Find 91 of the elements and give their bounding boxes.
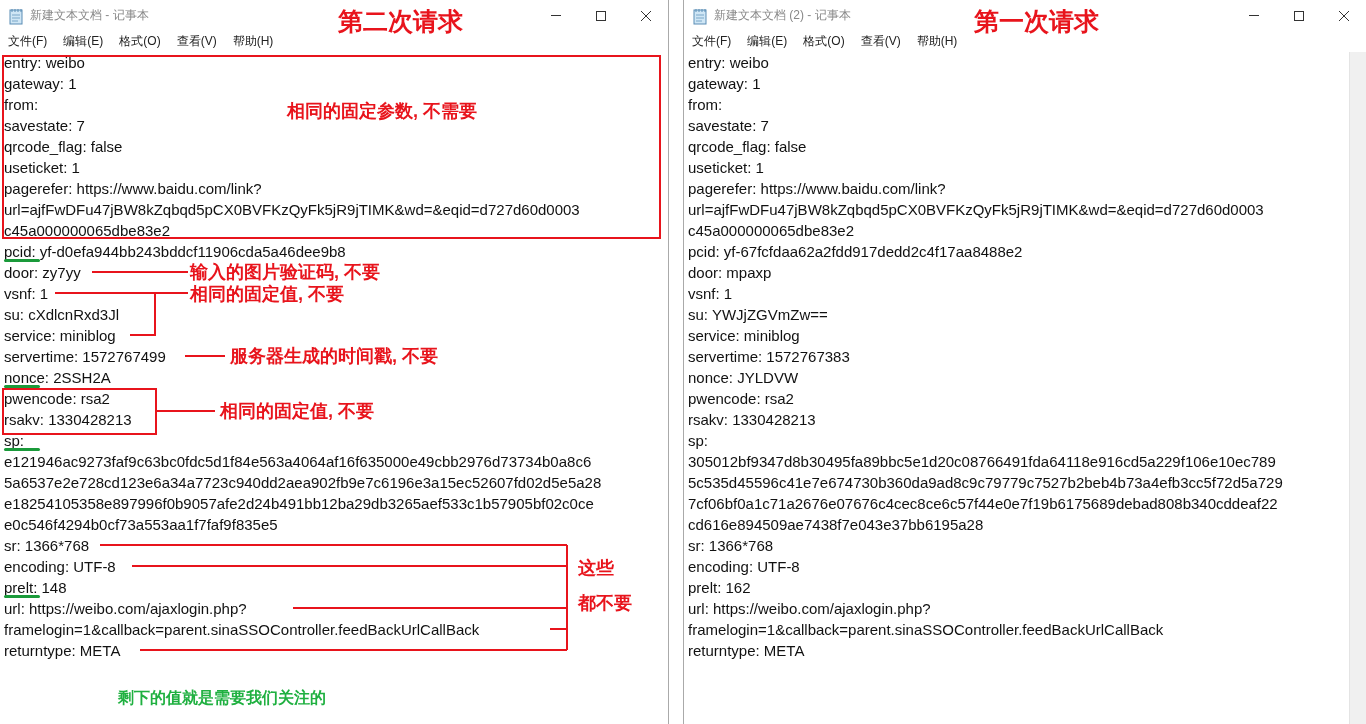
- annotation-label: 输入的图片验证码, 不要: [190, 261, 380, 284]
- text-line: pagerefer: https://www.baidu.com/link?: [4, 180, 262, 197]
- text-line: c45a000000065dbe83e2: [4, 222, 170, 239]
- text-line: from:: [688, 96, 723, 113]
- text-line: 5c535d45596c41e7e674730b360da9ad8c9c79779c7527b2beb4b73a4efb3cc5f72d5a729: [688, 474, 1283, 491]
- request-heading: 第一次请求: [974, 6, 1099, 36]
- text-line: encoding: UTF-8: [4, 558, 116, 575]
- text-line: useticket: 1: [688, 159, 764, 176]
- text-line: url: https://weibo.com/ajaxlogin.php?: [688, 600, 931, 617]
- text-line: prelt: 162: [688, 579, 751, 596]
- menu-item[interactable]: 查看(V): [170, 31, 223, 52]
- maximize-icon: [1292, 9, 1305, 22]
- text-line: framelogin=1&callback=parent.sinaSSOController.feedBackUrlCallBack: [688, 621, 1164, 638]
- notepad-icon: [692, 6, 708, 25]
- text-line: su: YWJjZGVmZw==: [688, 306, 828, 323]
- text-line: door: zy7yy: [4, 264, 81, 281]
- text-line: qrcode_flag: false: [688, 138, 807, 155]
- text-line: service: miniblog: [688, 327, 800, 344]
- annotation-label: 都不要: [578, 592, 632, 615]
- text-line: pagerefer: https://www.baidu.com/link?: [688, 180, 946, 197]
- text-line: vsnf: 1: [4, 285, 49, 302]
- text-line: nonce: JYLDVW: [688, 369, 799, 386]
- text-line: encoding: UTF-8: [688, 558, 800, 575]
- text-line: e121946ac9273faf9c63bc0fdc5d1f84e563a4064af16f635000e49cbb2976d73734b0a8c6: [4, 453, 592, 470]
- text-line: sp:: [688, 432, 708, 449]
- menu-item[interactable]: 编辑(E): [57, 31, 110, 52]
- text-line: qrcode_flag: false: [4, 138, 123, 155]
- menu-item[interactable]: 帮助(H): [226, 31, 280, 52]
- text-line: nonce: 2SSH2A: [4, 369, 110, 386]
- annotation-label: 相同的固定值, 不要: [190, 283, 344, 306]
- text-line: gateway: 1: [688, 75, 761, 92]
- text-line: c45a000000065dbe83e2: [688, 222, 854, 239]
- text-line: useticket: 1: [4, 159, 80, 176]
- text-line: servertime: 1572767499: [4, 348, 166, 365]
- menu-item[interactable]: 帮助(H): [910, 31, 964, 52]
- annotation-label: 这些: [578, 557, 614, 580]
- text-line: entry: weibo: [688, 54, 769, 71]
- text-line: url=ajfFwDFu47jBW8kZqbqd5pCX0BVFKzQyFk5jR9jTIMK&wd=&eqid=d727d60d0003: [4, 201, 580, 218]
- menu-item[interactable]: 编辑(E): [741, 31, 794, 52]
- text-line: gateway: 1: [4, 75, 77, 92]
- close-icon: [639, 9, 652, 22]
- text-line: sr: 1366*768: [4, 537, 90, 554]
- text-line: 7cf06bf0a1c71a2676e07676c4cec8ce6c57f44e0e7f19b6175689debad808b340cddeaf22: [688, 495, 1278, 512]
- minimize-icon: [550, 15, 561, 16]
- text-line: savestate: 7: [4, 117, 85, 134]
- menu-item[interactable]: 文件(F): [2, 31, 54, 52]
- annotation-note: 剩下的值就是需要我们关注的: [118, 688, 326, 708]
- text-line: servertime: 1572767383: [688, 348, 850, 365]
- text-line: sp:: [4, 432, 24, 449]
- text-line: pcid: yf-67fcfdaa62a2fdd917dedd2c4f17aa8488e2: [688, 243, 1023, 260]
- text-line: cd616e894509ae7438f7e043e37bb6195a28: [688, 516, 984, 533]
- window-title: 新建文本文档 - 记事本: [30, 7, 149, 24]
- text-line: 5a6537e2e728cd123e6a34a7723c940dd2aea902fb9e7c6196e3a15ec52607fd02d5e5a28: [4, 474, 602, 491]
- menu-item[interactable]: 文件(F): [686, 31, 738, 52]
- annotation-label: 相同的固定参数, 不需要: [287, 100, 477, 123]
- text-line: returntype: META: [688, 642, 804, 659]
- leader-line: [184, 355, 226, 357]
- text-line: pwencode: rsa2: [688, 390, 794, 407]
- annotation-label: 相同的固定值, 不要: [220, 400, 374, 423]
- window-title: 新建文本文档 (2) - 记事本: [714, 7, 851, 24]
- minimize-icon: [1248, 15, 1259, 16]
- text-line: rsakv: 1330428213: [4, 411, 132, 428]
- menu-item[interactable]: 格式(O): [113, 31, 167, 52]
- text-line: framelogin=1&callback=parent.sinaSSOController.feedBackUrlCallBack: [4, 621, 480, 638]
- leader-line: [156, 410, 216, 412]
- text-line: sr: 1366*768: [688, 537, 774, 554]
- text-line: url: https://weibo.com/ajaxlogin.php?: [4, 600, 247, 617]
- text-line: su: cXdlcnRxd3Jl: [4, 306, 120, 323]
- notepad-icon: [8, 6, 24, 25]
- text-line: entry: weibo: [4, 54, 85, 71]
- text-line: 305012bf9347d8b30495fa89bbc5e1d20c08766491fda64118e916cd5a229f106e10ec789: [688, 453, 1276, 470]
- text-line: e0c546f4294b0cf73a553aa1f7faf9f835e5: [4, 516, 278, 533]
- text-line: e18254105358e897996f0b9057afe2d24b491bb12ba29db3265aef533c1b57905bf02c0ce: [4, 495, 594, 512]
- text-line: prelt: 148: [4, 579, 67, 596]
- text-line: rsakv: 1330428213: [688, 411, 816, 428]
- menu-item[interactable]: 格式(O): [797, 31, 851, 52]
- text-line: service: miniblog: [4, 327, 116, 344]
- text-line: url=ajfFwDFu47jBW8kZqbqd5pCX0BVFKzQyFk5jR9jTIMK&wd=&eqid=d727d60d0003: [688, 201, 1264, 218]
- annotation-label: 服务器生成的时间戳, 不要: [230, 345, 438, 368]
- maximize-icon: [594, 9, 607, 22]
- menu-item[interactable]: 查看(V): [854, 31, 907, 52]
- text-line: savestate: 7: [688, 117, 769, 134]
- text-line: from:: [4, 96, 39, 113]
- text-line: vsnf: 1: [688, 285, 733, 302]
- close-icon: [1337, 9, 1350, 22]
- text-line: pwencode: rsa2: [4, 390, 110, 407]
- text-line: returntype: META: [4, 642, 120, 659]
- scrollbar[interactable]: [1349, 52, 1366, 724]
- text-line: door: mpaxp: [688, 264, 772, 281]
- request-heading: 第二次请求: [338, 6, 463, 36]
- text-line: pcid: yf-d0efa944bb243bddcf11906cda5a46dee9b8: [4, 243, 346, 260]
